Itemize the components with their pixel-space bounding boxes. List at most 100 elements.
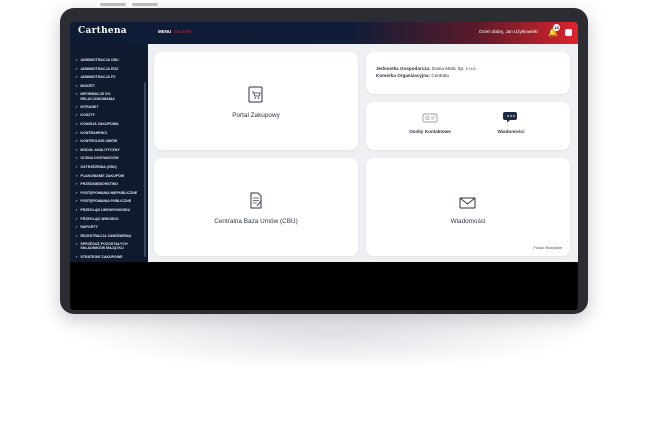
chevron-right-icon: › — [76, 103, 78, 109]
sidebar-item[interactable]: › BUDŻET — [70, 82, 148, 91]
screen-bottom-area — [70, 262, 578, 310]
contacts-messages-card: Osoby Kontaktowe Wiadomości — [366, 102, 570, 150]
messages-small-label[interactable]: Wiadomości — [471, 129, 551, 134]
tablet-frame: Carthena MENU SKLEPS Dzień dobry, Jan Uż… — [60, 8, 588, 314]
chevron-right-icon: › — [76, 112, 78, 118]
sidebar-item[interactable]: › RAPORTY — [70, 223, 148, 232]
chevron-right-icon: › — [76, 129, 78, 135]
sidebar-menu-list: › ADMINISTRACJA CBU › ADMINISTRACJA EOZ › ADM… — [70, 56, 148, 261]
sidebar-item-label: KONTROLING UMÓW — [80, 139, 118, 144]
chevron-right-icon: › — [76, 206, 78, 212]
chevron-right-icon: › — [76, 65, 78, 71]
see-all-link[interactable]: Pokaż Wszystkie — [533, 246, 562, 250]
portal-card[interactable]: Portal Zakupowy — [154, 52, 358, 150]
cart-icon — [248, 86, 263, 103]
messages-card-title: Wiadomości — [450, 218, 486, 225]
sidebar-item[interactable]: › ADMINISTRACJA PZ — [70, 73, 148, 82]
sidebar-item-label: PRZEDSIĘBIORSTWO — [80, 182, 119, 187]
menu-button[interactable]: MENU — [158, 29, 171, 34]
main-dashboard: Portal Zakupowy Jednostka Gospodarcza: D… — [148, 44, 578, 262]
sidebar-item[interactable]: › PLANOWANIE ZAKUPÓW — [70, 172, 148, 181]
top-navigation-bar: Carthena MENU SKLEPS Dzień dobry, Jan Uż… — [70, 22, 578, 44]
sidebar-item[interactable]: › PRZEGLĄD WNIOSKU — [70, 215, 148, 224]
menu-sub-link[interactable]: SKLEPS — [174, 29, 192, 34]
sidebar-item[interactable]: › MODUŁ ANALITYCZNY — [70, 146, 148, 155]
sidebar-item-label: KONTRAHENCI — [80, 130, 107, 135]
sidebar-item[interactable]: › POSTĘPOWANIA PUBLICZNE — [70, 197, 148, 206]
chevron-right-icon: › — [76, 57, 78, 62]
device-button — [100, 3, 126, 6]
sidebar-item[interactable]: › INTRANET — [70, 103, 148, 112]
chevron-right-icon: › — [76, 138, 78, 144]
org-unit-label: Komórka Organizacyjna: — [376, 73, 431, 78]
sidebar-item[interactable]: › PRZEGLĄD UMOWY/NIOSKU — [70, 206, 148, 215]
chevron-right-icon: › — [76, 189, 78, 195]
sidebar-item[interactable]: › INFORMACJE DO RELACJONOWANIA — [70, 90, 148, 102]
sidebar-item-label: REJESTRACJA ZAMÓWIENIA — [80, 233, 132, 238]
contacts-label[interactable]: Osoby Kontaktowe — [390, 129, 470, 134]
chevron-right-icon: › — [76, 82, 78, 88]
chat-icon[interactable] — [503, 110, 519, 124]
messages-card[interactable]: Wiadomości Pokaż Wszystkie — [366, 158, 570, 256]
sidebar-item[interactable]: › KOMISJA ZAKUPOWA — [70, 120, 148, 129]
sidebar-item-label: INTRANET — [80, 104, 99, 109]
business-unit-value: Dania Matic Sp. z o.o. — [431, 66, 477, 71]
sidebar-item-label: STRATEGIE ZAKUPOWE — [80, 254, 123, 259]
cbu-card[interactable]: Centralna Baza Umów (CBU) — [154, 158, 358, 256]
cbu-card-title: Centralna Baza Umów (CBU) — [214, 218, 298, 225]
sidebar-item[interactable]: › REJESTRACJA ZAMÓWIENIA — [70, 232, 148, 241]
sidebar-item-label: OSTRZEŻENIA (CBU) — [80, 164, 117, 169]
sidebar-item-label: OCENA DOSTAWCÓW — [80, 156, 119, 161]
chevron-right-icon: › — [76, 163, 78, 169]
chevron-right-icon: › — [76, 120, 78, 126]
app-logo[interactable]: Carthena — [78, 26, 127, 36]
chevron-right-icon: › — [76, 155, 78, 161]
sidebar-item-label: SPRZEDAŻ POZOSTAŁYCH SKŁADNIKÓW MAJĄTKU — [80, 242, 128, 251]
sidebar-item[interactable]: › SPRZEDAŻ POZOSTAŁYCH SKŁADNIKÓW MAJĄTKU — [70, 240, 148, 252]
sidebar-item-label: PLANOWANIE ZAKUPÓW — [80, 173, 125, 178]
sidebar-item-label: KOSZTY — [80, 113, 95, 118]
chevron-right-icon: › — [76, 91, 78, 97]
sidebar-item[interactable]: › KONTRAHENCI — [70, 129, 148, 138]
chevron-right-icon: › — [76, 241, 78, 247]
chevron-right-icon: › — [76, 181, 78, 187]
sidebar-item-label: PRZEGLĄD UMOWY/NIOSKU — [80, 207, 131, 212]
sidebar-item[interactable]: › ADMINISTRACJA EOZ — [70, 65, 148, 74]
chevron-right-icon: › — [76, 253, 78, 259]
app-screen: Carthena MENU SKLEPS Dzień dobry, Jan Uż… — [70, 22, 578, 310]
logout-icon[interactable] — [565, 29, 572, 36]
sidebar-item-label: ADMINISTRACJA CBU — [80, 58, 119, 62]
chevron-right-icon: › — [76, 232, 78, 238]
sidebar-item-label: INFORMACJE DO RELACJONOWANIA — [80, 92, 115, 101]
org-unit-line: Komórka Organizacyjna: Centrala — [376, 73, 449, 78]
envelope-icon — [459, 197, 476, 209]
contacts-icon[interactable] — [422, 112, 438, 124]
notification-badge: 18 — [553, 24, 560, 31]
contract-icon — [250, 192, 262, 209]
sidebar-item-label: POSTĘPOWANIA PUBLICZNE — [80, 199, 132, 204]
user-greeting: Dzień dobry, Jan Użytkownik! — [479, 29, 538, 34]
chevron-right-icon: › — [76, 224, 78, 230]
sidebar-scrollbar[interactable] — [144, 82, 146, 257]
chevron-right-icon: › — [76, 215, 78, 221]
sidebar-item[interactable]: › ADMINISTRACJA CBU — [70, 56, 148, 65]
sidebar-item-label: ADMINISTRACJA PZ — [80, 75, 116, 80]
business-unit-line: Jednostka Gospodarcza: Dania Matic Sp. z… — [376, 66, 477, 71]
sidebar: › ADMINISTRACJA CBU › ADMINISTRACJA EOZ › ADM… — [70, 44, 148, 262]
device-button — [132, 3, 158, 6]
sidebar-item-label: MODUŁ ANALITYCZNY — [80, 147, 120, 152]
sidebar-item[interactable]: › PRZEDSIĘBIORSTWO — [70, 180, 148, 189]
chevron-right-icon: › — [76, 74, 78, 80]
sidebar-item[interactable]: › POSTĘPOWANIA NIEPUBLICZNE — [70, 189, 148, 198]
portal-card-title: Portal Zakupowy — [232, 112, 280, 119]
sidebar-item[interactable]: › OCENA DOSTAWCÓW — [70, 154, 148, 163]
org-unit-value: Centrala — [431, 73, 449, 78]
chevron-right-icon: › — [76, 172, 78, 178]
sidebar-item[interactable]: › KONTROLING UMÓW — [70, 137, 148, 146]
sidebar-item-label: PRZEGLĄD WNIOSKU — [80, 216, 119, 221]
stage: Carthena MENU SKLEPS Dzień dobry, Jan Uż… — [0, 0, 654, 426]
sidebar-item[interactable]: › KOSZTY — [70, 111, 148, 120]
sidebar-item[interactable]: › STRATEGIE ZAKUPOWE — [70, 253, 148, 262]
chevron-right-icon: › — [76, 198, 78, 204]
sidebar-item[interactable]: › OSTRZEŻENIA (CBU) — [70, 163, 148, 172]
